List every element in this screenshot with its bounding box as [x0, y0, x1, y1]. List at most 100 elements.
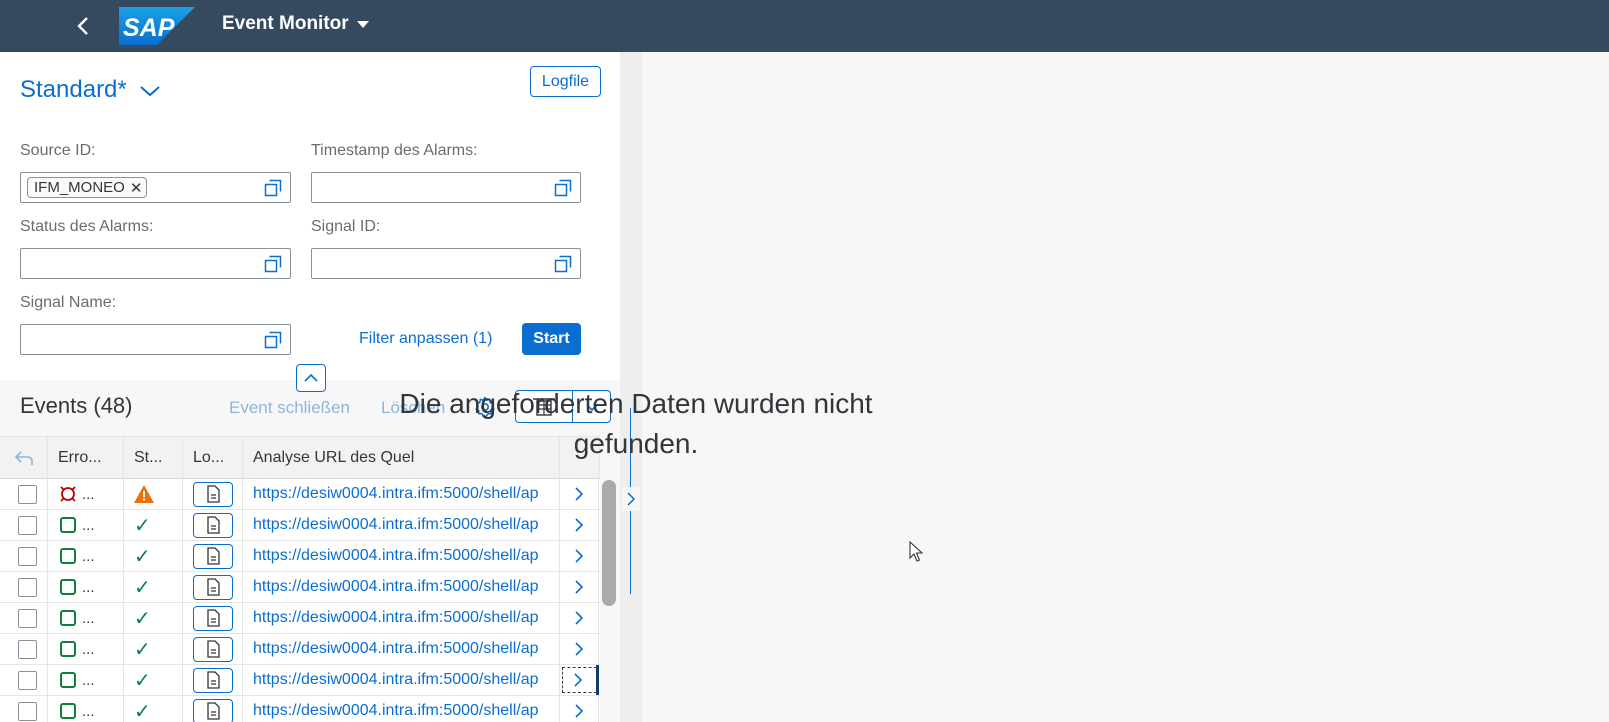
log-button[interactable] — [193, 698, 233, 722]
log-button[interactable] — [193, 512, 233, 538]
row-navigation-button[interactable] — [560, 603, 599, 633]
log-button[interactable] — [193, 543, 233, 569]
table-row[interactable]: ... ✓ https://desiw0004.intra.ifm:5000/she… — [0, 572, 600, 603]
row-checkbox[interactable] — [18, 577, 37, 597]
events-table: Erro... St... Lo... Analyse URL des Quel… — [0, 436, 600, 722]
analysis-url-link[interactable]: https://desiw0004.intra.ifm:5000/shell/a… — [243, 702, 539, 720]
analysis-url-link[interactable]: https://desiw0004.intra.ifm:5000/shell/a… — [243, 609, 539, 627]
row-checkbox[interactable] — [18, 484, 37, 504]
success-square-icon — [60, 672, 76, 688]
row-checkbox[interactable] — [18, 639, 37, 659]
truncated-text: ... — [82, 609, 95, 627]
row-navigation-button[interactable] — [560, 696, 599, 722]
column-header-error[interactable]: Erro... — [48, 437, 124, 479]
source-id-input[interactable]: IFM_MONEO ✕ — [20, 172, 291, 203]
value-help-icon[interactable] — [554, 255, 572, 273]
analysis-url-link[interactable]: https://desiw0004.intra.ifm:5000/shell/a… — [243, 516, 539, 534]
no-data-message: Die angeforderten Daten wurden nicht gef… — [399, 388, 873, 459]
collapse-header-button[interactable] — [296, 364, 326, 392]
back-button[interactable] — [66, 10, 100, 42]
adapt-filters-button[interactable]: Filter anpassen (1) — [359, 330, 492, 348]
undo-column-header[interactable] — [0, 437, 48, 479]
analysis-url-link[interactable]: https://desiw0004.intra.ifm:5000/shell/a… — [243, 640, 539, 658]
mouse-cursor-icon — [909, 541, 923, 562]
check-icon: ✓ — [134, 545, 151, 568]
column-header-status[interactable]: St... — [124, 437, 183, 479]
url-cell: https://desiw0004.intra.ifm:5000/shell/a… — [243, 603, 560, 633]
error-cell: ... — [48, 541, 124, 571]
table-row[interactable]: ... https://desiw0004.intra.ifm:5000/shel… — [0, 479, 600, 510]
status-cell: ✓ — [124, 510, 183, 540]
value-help-icon[interactable] — [264, 331, 282, 349]
row-checkbox[interactable] — [18, 670, 37, 690]
status-input[interactable] — [20, 248, 291, 279]
document-icon — [207, 578, 220, 596]
row-checkbox[interactable] — [18, 608, 37, 628]
log-cell — [183, 603, 243, 633]
analysis-url-link[interactable]: https://desiw0004.intra.ifm:5000/shell/a… — [243, 547, 539, 565]
row-navigation-button[interactable] — [560, 634, 599, 664]
log-cell — [183, 665, 243, 695]
log-button[interactable] — [193, 667, 233, 693]
token-remove-icon[interactable]: ✕ — [130, 179, 143, 197]
analysis-url-link[interactable]: https://desiw0004.intra.ifm:5000/shell/a… — [243, 485, 539, 503]
document-icon — [207, 671, 220, 689]
log-button[interactable] — [193, 636, 233, 662]
value-help-icon[interactable] — [264, 179, 282, 197]
row-navigation-button[interactable] — [560, 572, 599, 602]
row-select-cell — [0, 572, 48, 602]
row-checkbox[interactable] — [18, 546, 37, 566]
timestamp-input[interactable] — [311, 172, 581, 203]
row-checkbox[interactable] — [18, 701, 37, 721]
logfile-button[interactable]: Logfile — [530, 66, 601, 97]
truncated-text: ... — [82, 702, 95, 720]
table-row[interactable]: ... ✓ https://desiw0004.intra.ifm:5000/she… — [0, 603, 600, 634]
chevron-right-icon — [575, 487, 584, 501]
app-title-menu[interactable]: Event Monitor — [222, 13, 369, 35]
source-id-label: Source ID: — [20, 142, 96, 159]
signal-name-input[interactable] — [20, 324, 291, 355]
url-cell: https://desiw0004.intra.ifm:5000/shell/a… — [243, 479, 560, 509]
table-row[interactable]: ... ✓ https://desiw0004.intra.ifm:5000/she… — [0, 510, 600, 541]
row-checkbox[interactable] — [18, 515, 37, 535]
table-row[interactable]: ... ✓ https://desiw0004.intra.ifm:5000/she… — [0, 634, 600, 665]
check-icon: ✓ — [134, 514, 151, 537]
truncated-text: ... — [82, 671, 95, 689]
check-icon: ✓ — [134, 669, 151, 692]
value-help-icon[interactable] — [264, 255, 282, 273]
source-id-token[interactable]: IFM_MONEO ✕ — [27, 177, 148, 198]
log-button[interactable] — [193, 481, 233, 507]
log-button[interactable] — [193, 605, 233, 631]
log-cell — [183, 572, 243, 602]
document-icon — [207, 640, 220, 658]
check-icon: ✓ — [134, 607, 151, 630]
table-scrollbar[interactable] — [602, 480, 616, 606]
signal-id-input[interactable] — [311, 248, 581, 279]
status-cell — [124, 479, 183, 509]
analysis-url-link[interactable]: https://desiw0004.intra.ifm:5000/shell/a… — [243, 578, 539, 596]
column-header-log[interactable]: Lo... — [183, 437, 243, 479]
log-button[interactable] — [193, 574, 233, 600]
url-cell: https://desiw0004.intra.ifm:5000/shell/a… — [243, 696, 560, 722]
close-event-button[interactable]: Event schließen — [229, 398, 350, 418]
row-navigation-button[interactable] — [560, 665, 599, 695]
go-button[interactable]: Start — [522, 323, 581, 355]
expand-pane-button[interactable] — [622, 487, 640, 511]
row-navigation-button[interactable] — [560, 479, 599, 509]
app-title: Event Monitor — [222, 13, 349, 34]
table-row[interactable]: ... ✓ https://desiw0004.intra.ifm:5000/she… — [0, 541, 600, 572]
variant-selector[interactable]: Standard* — [20, 76, 161, 104]
table-row[interactable]: ... ✓ https://desiw0004.intra.ifm:5000/she… — [0, 665, 600, 696]
sap-logo[interactable]: SAP — [119, 7, 195, 45]
analysis-url-link[interactable]: https://desiw0004.intra.ifm:5000/shell/a… — [243, 671, 539, 689]
url-cell: https://desiw0004.intra.ifm:5000/shell/a… — [243, 665, 560, 695]
error-cell: ... — [48, 510, 124, 540]
chevron-right-icon — [575, 549, 584, 563]
back-arrow-icon — [77, 17, 88, 35]
row-navigation-button[interactable] — [560, 510, 599, 540]
value-help-icon[interactable] — [554, 179, 572, 197]
url-cell: https://desiw0004.intra.ifm:5000/shell/a… — [243, 541, 560, 571]
table-row[interactable]: ... ✓ https://desiw0004.intra.ifm:5000/she… — [0, 696, 600, 722]
row-navigation-button[interactable] — [560, 541, 599, 571]
error-cell: ... — [48, 696, 124, 722]
